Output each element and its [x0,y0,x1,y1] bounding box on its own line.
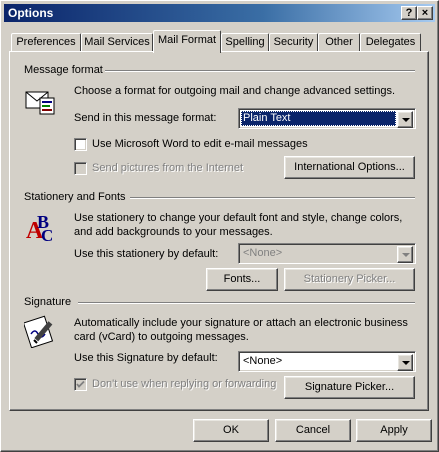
stationery-abc-icon: A B C [24,210,58,245]
signature-picker-button[interactable]: Signature Picker... [284,376,415,399]
fonts-button[interactable]: Fonts... [206,268,278,291]
tab-security[interactable]: Security [269,33,318,51]
title-bar[interactable]: Options ? × [4,4,435,22]
signature-select[interactable]: <None> [238,351,416,372]
send-pictures-checkbox[interactable] [74,162,87,175]
chevron-down-icon[interactable] [397,354,413,371]
signature-pen-icon [22,314,58,349]
stationery-description: Use stationery to change your default fo… [74,212,403,238]
message-format-description: Choose a format for outgoing mail and ch… [74,85,396,97]
mail-format-icon [24,84,58,118]
tab-label: Security [273,36,314,48]
stationery-heading: Stationery and Fonts [24,191,126,203]
tab-other[interactable]: Other [318,33,360,51]
tab-mail-services[interactable]: Mail Services [81,33,153,51]
mail-format-panel: Message format Choose a format for outgo… [9,51,429,411]
svg-text:C: C [41,226,53,244]
tab-delegates[interactable]: Delegates [360,33,421,51]
message-format-select[interactable]: Plain Text [238,108,416,129]
stationery-value: <None> [243,247,283,259]
ok-label: OK [223,424,239,436]
close-button[interactable]: × [417,6,433,20]
window-title: Options [8,6,54,20]
cancel-button[interactable]: Cancel [275,419,351,442]
chevron-down-icon[interactable] [397,246,413,263]
message-format-value: Plain Text [241,111,396,126]
international-options-button[interactable]: International Options... [284,156,415,179]
message-format-heading: Message format [24,64,103,76]
help-button[interactable]: ? [401,6,417,20]
tab-label: Preferences [16,36,76,48]
dont-use-reply-checkbox[interactable] [74,378,87,391]
signature-description: Automatically include your signature or … [74,317,408,343]
use-word-label[interactable]: Use Microsoft Word to edit e-mail messag… [92,138,308,150]
tab-preferences[interactable]: Preferences [11,33,81,51]
options-dialog: Options ? × Preferences Mail Services Ma… [0,0,439,452]
tab-label: Spelling [225,36,265,48]
group-divider [105,70,415,72]
group-divider [130,197,415,199]
tab-label: Delegates [365,36,416,48]
send-pictures-label[interactable]: Send pictures from the Internet [92,162,243,174]
apply-label: Apply [380,424,408,436]
stationery-select[interactable]: <None> [238,243,416,264]
signature-default-label: Use this Signature by default: [74,352,218,364]
send-format-label: Send in this message format: [74,112,216,124]
tab-label: Mail Services [84,36,150,48]
ok-button[interactable]: OK [193,419,269,442]
stationery-picker-button[interactable]: Stationery Picker... [284,268,415,291]
checkmark-icon [76,380,85,388]
tab-label: Mail Format [157,34,217,46]
stationery-picker-label: Stationery Picker... [303,273,396,285]
fonts-button-label: Fonts... [223,273,261,285]
signature-picker-label: Signature Picker... [304,381,395,393]
chevron-down-icon[interactable] [397,111,413,128]
stationery-default-label: Use this stationery by default: [74,248,219,260]
signature-heading: Signature [24,296,72,308]
cancel-label: Cancel [295,424,331,436]
signature-value: <None> [243,355,283,367]
international-options-label: International Options... [294,161,405,173]
send-format-label-text: Send in this message format: [74,112,217,124]
tab-spelling[interactable]: Spelling [221,33,269,51]
tab-mail-format[interactable]: Mail Format [153,30,221,53]
apply-button[interactable]: Apply [356,419,432,442]
tab-label: Other [325,36,353,48]
use-word-checkbox[interactable] [74,138,87,151]
group-divider [78,302,415,304]
dont-use-reply-label[interactable]: Don't use when replying or forwarding [92,378,276,390]
